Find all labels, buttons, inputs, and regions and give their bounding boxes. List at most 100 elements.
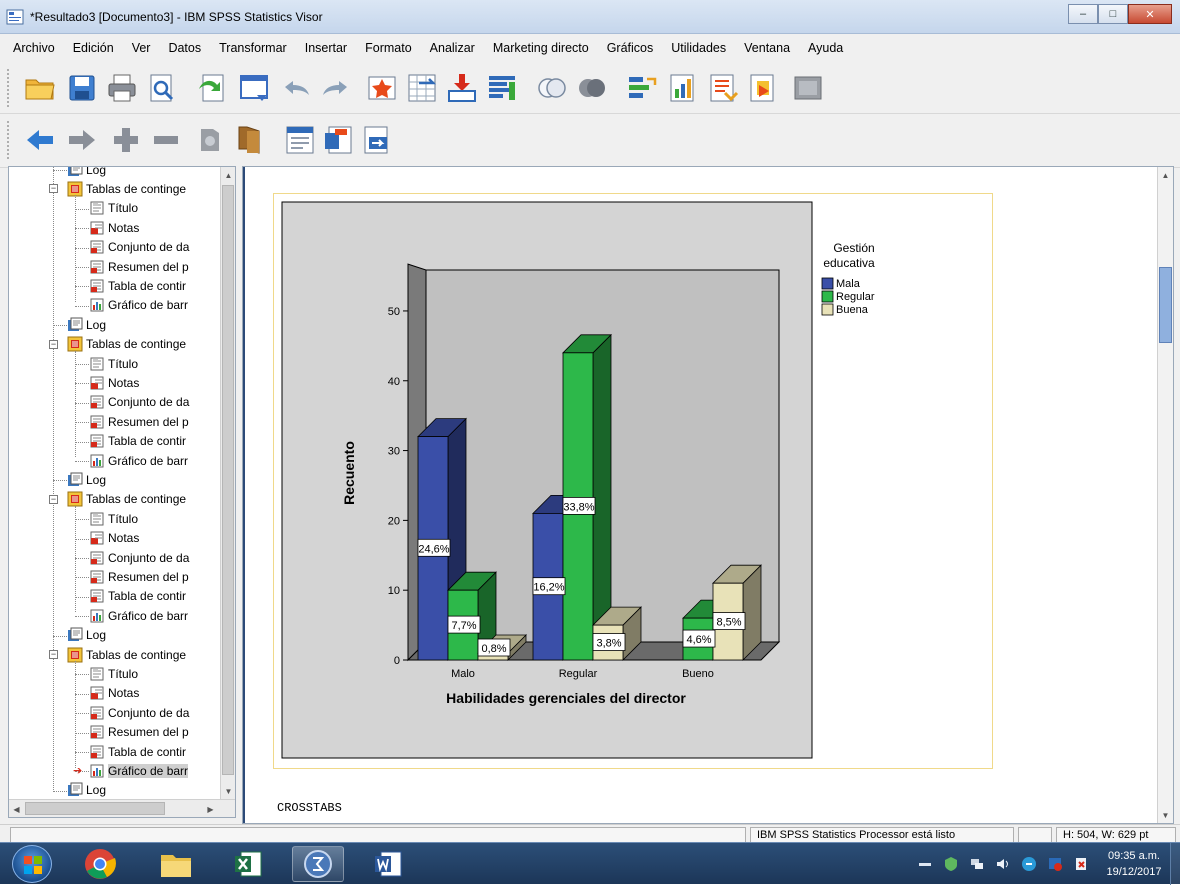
- tree-item-bar-chart[interactable]: Gráfico de barr: [89, 606, 188, 625]
- outline-pane[interactable]: Log − Tablas de continge Título Notas Conjunt…: [8, 166, 236, 818]
- tree-item-notes[interactable]: Notas: [89, 373, 139, 392]
- menu-graficos[interactable]: Gráficos: [598, 41, 663, 55]
- outline-hscroll-thumb[interactable]: [25, 802, 165, 815]
- scroll-down-arrow-icon[interactable]: ▼: [221, 783, 235, 799]
- tree-item-crosstabs-group[interactable]: Tablas de continge: [67, 490, 186, 509]
- show-button[interactable]: [194, 122, 230, 158]
- tree-item-dataset[interactable]: Conjunto de da: [89, 393, 189, 412]
- close-button[interactable]: ✕: [1128, 4, 1172, 24]
- tree-item-log[interactable]: Log: [67, 781, 106, 799]
- show-hidden-icons-icon[interactable]: [917, 856, 933, 872]
- menu-ayuda[interactable]: Ayuda: [799, 41, 852, 55]
- menu-formato[interactable]: Formato: [356, 41, 421, 55]
- tree-item-processing-summary[interactable]: Resumen del p: [89, 257, 189, 276]
- menu-insertar[interactable]: Insertar: [296, 41, 356, 55]
- scroll-down-arrow-icon[interactable]: ▼: [1158, 807, 1173, 823]
- minimize-button[interactable]: –: [1068, 4, 1098, 24]
- antivirus-icon[interactable]: [1021, 856, 1037, 872]
- print-preview-button[interactable]: [144, 70, 180, 106]
- word-taskbar-button[interactable]: [362, 846, 414, 882]
- goto-data-button[interactable]: [364, 70, 400, 106]
- explorer-taskbar-button[interactable]: [150, 846, 202, 882]
- outline-horizontal-scrollbar[interactable]: ◀ ▶: [9, 799, 235, 817]
- tree-item-crosstab[interactable]: Tabla de contir: [89, 742, 186, 761]
- tree-item-notes[interactable]: Notas: [89, 684, 139, 703]
- tree-item-log[interactable]: Log: [67, 626, 106, 645]
- insert-title-button[interactable]: [320, 122, 356, 158]
- scroll-left-arrow-icon[interactable]: ◀: [9, 801, 24, 817]
- flag-icon[interactable]: [1047, 856, 1063, 872]
- tree-item-bar-chart[interactable]: Gráfico de barr: [89, 451, 188, 470]
- bar-chart-object[interactable]: 0 10 20 30 40 50 Recuento 24,6% 7,7% 0,8% 16,2% 33,…: [273, 193, 993, 769]
- tree-item-notes[interactable]: Notas: [89, 218, 139, 237]
- toolbar-grip[interactable]: [6, 120, 10, 160]
- goto-case-button[interactable]: [404, 70, 440, 106]
- tree-item-dataset[interactable]: Conjunto de da: [89, 703, 189, 722]
- tree-item-dataset[interactable]: Conjunto de da: [89, 548, 189, 567]
- spss-taskbar-button[interactable]: [292, 846, 344, 882]
- variables-button[interactable]: [484, 70, 520, 106]
- expand-button[interactable]: [108, 122, 144, 158]
- collapse-node-icon[interactable]: −: [49, 650, 58, 659]
- menu-ver[interactable]: Ver: [123, 41, 160, 55]
- tree-item-crosstab[interactable]: Tabla de contir: [89, 587, 186, 606]
- select-cases-button[interactable]: [704, 70, 740, 106]
- tree-item-title[interactable]: Título: [89, 354, 138, 373]
- chrome-taskbar-button[interactable]: [74, 846, 126, 882]
- tree-item-notes[interactable]: Notas: [89, 529, 139, 548]
- content-vertical-scrollbar[interactable]: ▲ ▼: [1157, 167, 1173, 823]
- tree-item-dataset[interactable]: Conjunto de da: [89, 238, 189, 257]
- promote-button[interactable]: [22, 122, 58, 158]
- outline-scroll-thumb[interactable]: [222, 185, 234, 775]
- output-content-pane[interactable]: 0 10 20 30 40 50 Recuento 24,6% 7,7% 0,8% 16,2% 33,…: [242, 166, 1174, 824]
- collapse-node-icon[interactable]: −: [49, 494, 58, 504]
- save-button[interactable]: [64, 70, 100, 106]
- value-labels-button[interactable]: [744, 70, 780, 106]
- content-scroll-thumb[interactable]: [1159, 267, 1172, 343]
- outline-vertical-scrollbar[interactable]: ▲ ▼: [220, 167, 235, 799]
- tree-item-bar-chart[interactable]: Gráfico de barr: [89, 761, 189, 780]
- collapse-node-icon[interactable]: −: [49, 339, 58, 349]
- taskbar-clock[interactable]: 09:35 a.m. 19/12/2017: [1098, 848, 1170, 880]
- tree-item-title[interactable]: Título: [89, 199, 138, 218]
- menu-marketing-directo[interactable]: Marketing directo: [484, 41, 598, 55]
- weight-cases-button[interactable]: [664, 70, 700, 106]
- recall-dialog-button[interactable]: [236, 70, 272, 106]
- toolbar-grip[interactable]: [6, 68, 10, 108]
- tree-item-crosstabs-group[interactable]: Tablas de continge: [67, 645, 186, 664]
- security-shield-icon[interactable]: [943, 856, 959, 872]
- menu-archivo[interactable]: Archivo: [4, 41, 64, 55]
- redo-button[interactable]: [318, 70, 354, 106]
- tree-item-processing-summary[interactable]: Resumen del p: [89, 567, 189, 586]
- menu-analizar[interactable]: Analizar: [421, 41, 484, 55]
- tree-item-title[interactable]: Título: [89, 664, 138, 683]
- scroll-up-arrow-icon[interactable]: ▲: [1158, 167, 1173, 183]
- show-all-variables-button[interactable]: [574, 70, 610, 106]
- menu-transformar[interactable]: Transformar: [210, 41, 296, 55]
- menu-utilidades[interactable]: Utilidades: [662, 41, 735, 55]
- collapse-button[interactable]: [148, 122, 184, 158]
- menu-datos[interactable]: Datos: [159, 41, 210, 55]
- scroll-up-arrow-icon[interactable]: ▲: [221, 167, 235, 183]
- open-button[interactable]: [22, 70, 58, 106]
- designate-window-button[interactable]: [790, 70, 826, 106]
- tree-item-crosstabs-group[interactable]: Tablas de continge: [67, 179, 186, 198]
- undo-button[interactable]: [278, 70, 314, 106]
- goto-variable-button[interactable]: [444, 70, 480, 106]
- tree-item-log[interactable]: Log: [67, 470, 106, 489]
- collapse-node-icon[interactable]: −: [49, 184, 58, 194]
- action-center-icon[interactable]: [1073, 856, 1089, 872]
- network-icon[interactable]: [969, 856, 985, 872]
- tree-item-crosstab[interactable]: Tabla de contir: [89, 276, 186, 295]
- split-file-button[interactable]: [624, 70, 660, 106]
- tree-item-log[interactable]: Log: [67, 315, 106, 334]
- insert-text-button[interactable]: [358, 122, 394, 158]
- tree-item-bar-chart[interactable]: Gráfico de barr: [89, 296, 188, 315]
- menu-edicion[interactable]: Edición: [64, 41, 123, 55]
- tree-item-processing-summary[interactable]: Resumen del p: [89, 412, 189, 431]
- tree-item-processing-summary[interactable]: Resumen del p: [89, 723, 189, 742]
- start-button[interactable]: [12, 845, 52, 883]
- tree-item-crosstabs-group[interactable]: Tablas de continge: [67, 335, 186, 354]
- scroll-right-arrow-icon[interactable]: ▶: [203, 801, 218, 817]
- menu-ventana[interactable]: Ventana: [735, 41, 799, 55]
